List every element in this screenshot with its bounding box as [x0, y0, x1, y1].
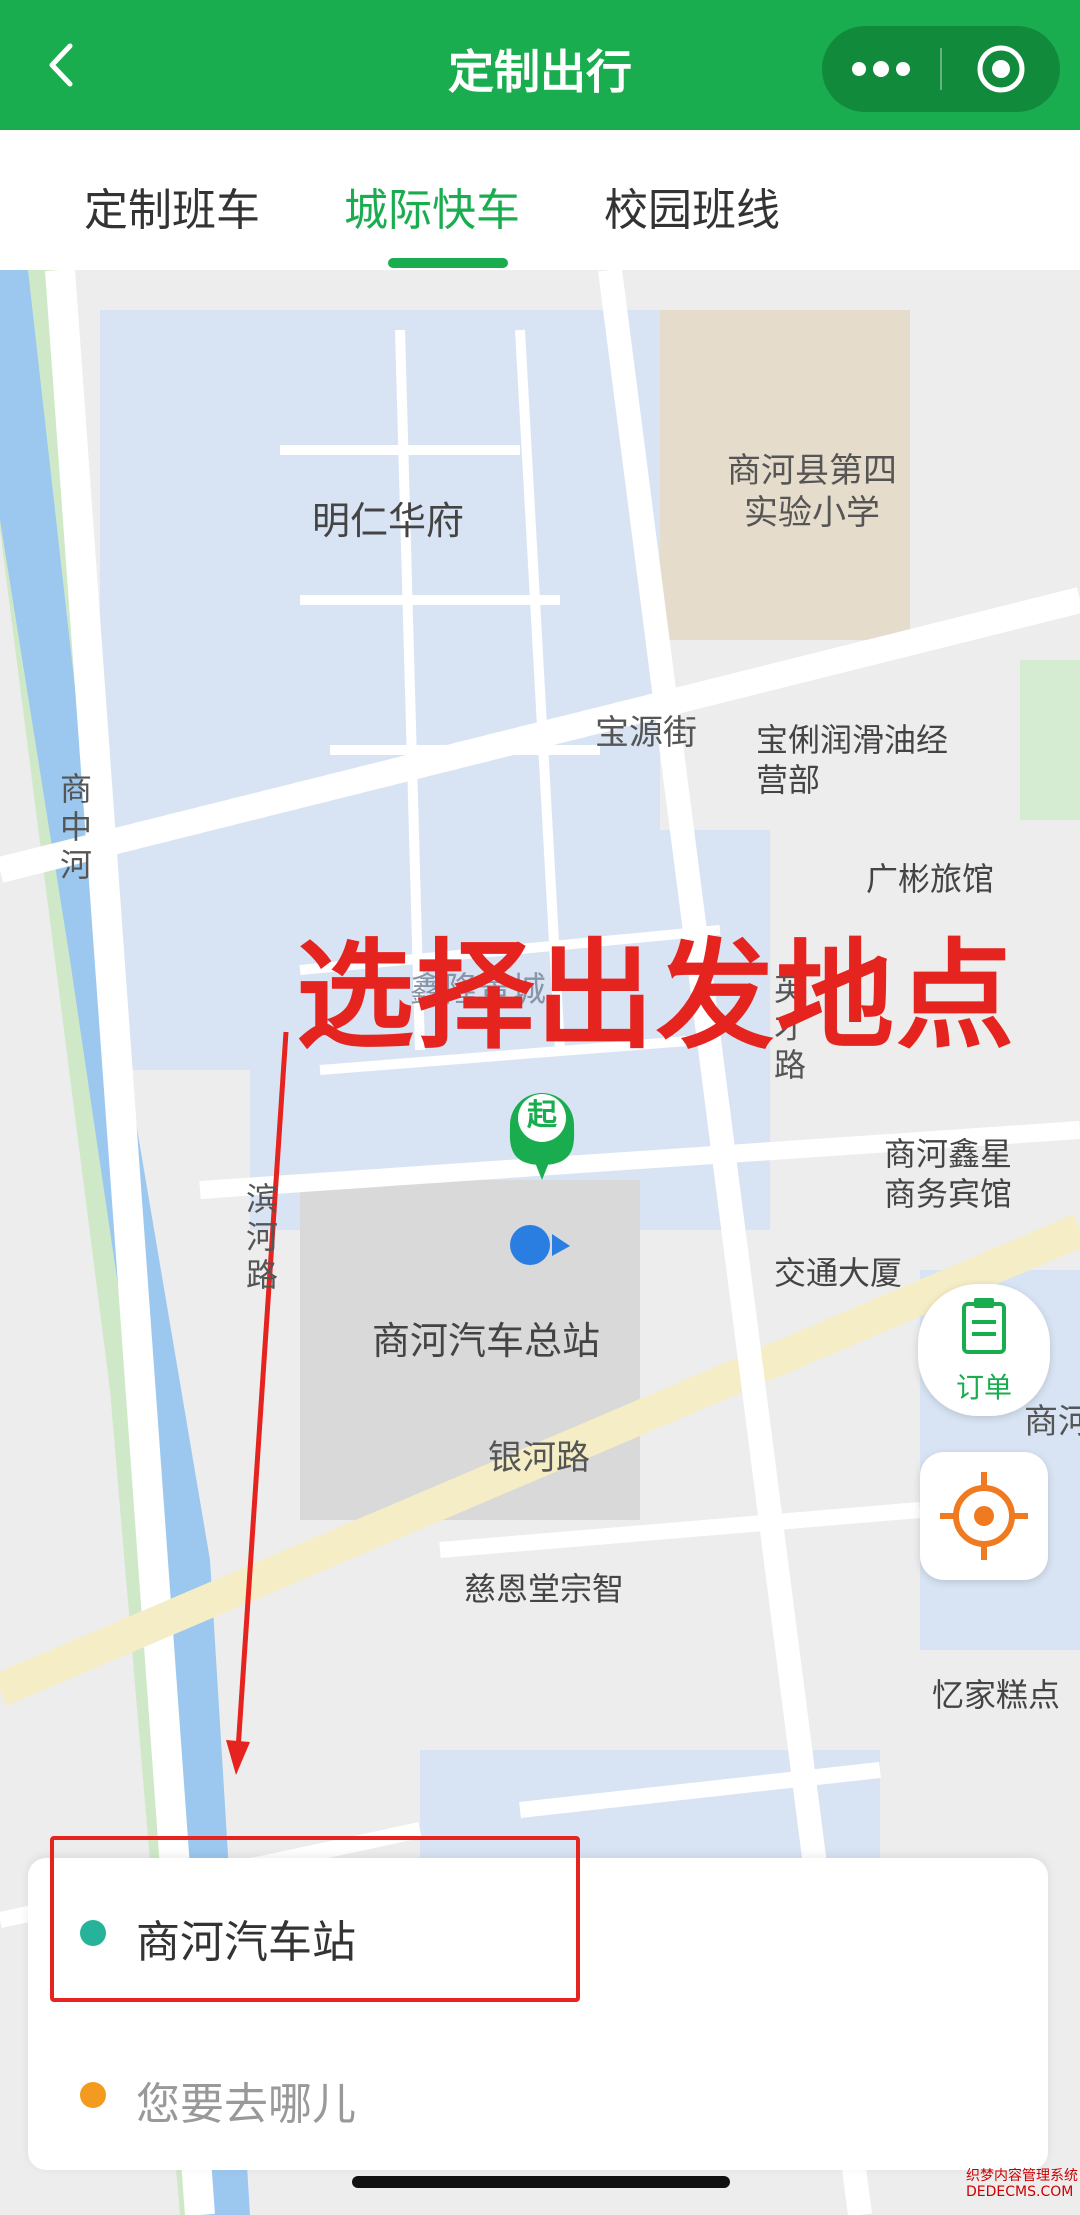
map-label-station: 商河汽车总站 [372, 1319, 601, 1363]
map-label-binhe: 滨河路 [245, 1180, 278, 1294]
map-label-xinxing: 商河鑫星商务宾馆 [884, 1135, 1013, 1213]
more-button[interactable] [822, 26, 940, 112]
green-area-east [1020, 660, 1080, 820]
app-header: 定制出行 [0, 0, 1080, 130]
crosshair-icon [940, 1472, 1028, 1560]
map-label-baoyuan: 宝源街 [595, 713, 697, 753]
tab-intercity-express[interactable]: 城际快车 [344, 174, 520, 238]
more-dots-icon [852, 61, 910, 77]
destination-placeholder: 您要去哪儿 [136, 2079, 356, 2130]
watermark: 织梦内容管理系统 DEDECMS.COM [966, 2168, 1078, 2200]
map-label-mingren: 明仁华府 [312, 499, 465, 543]
annotation-text: 选择出发地点 [296, 927, 1017, 1065]
map-label-shangzhonghe: 商中河 [59, 770, 92, 884]
tab-custom-bus[interactable]: 定制班车 [84, 174, 260, 238]
destination-row[interactable]: 您要去哪儿 [28, 2020, 1048, 2170]
tab-campus-line[interactable]: 校园班线 [604, 174, 780, 238]
home-indicator[interactable] [352, 2176, 730, 2188]
map-label-baoli: 宝俐润滑油经营部 [756, 721, 949, 799]
clipboard-icon [962, 1298, 1006, 1354]
map-label-school: 商河县第四实验小学 [727, 451, 897, 533]
destination-dot-icon [80, 2082, 106, 2108]
map-label-guangbin: 广彬旅馆 [866, 860, 995, 898]
order-label: 订单 [955, 1371, 1012, 1404]
order-button[interactable]: 订单 [918, 1284, 1050, 1416]
active-tab-indicator [388, 258, 508, 268]
map-label-yijia: 忆家糕点 [932, 1676, 1061, 1714]
start-marker-label: 起 [527, 1098, 557, 1133]
target-circle-icon [977, 45, 1025, 93]
map-label-yinhe: 银河路 [488, 1438, 590, 1478]
close-button[interactable] [942, 26, 1060, 112]
annotation-highlight-box [50, 1836, 580, 2002]
locate-button[interactable] [920, 1452, 1048, 1580]
mini-program-capsule [822, 26, 1060, 112]
tab-bar: 定制班车 城际快车 校园班线 [0, 130, 1080, 270]
map-label-jiaotong: 交通大厦 [774, 1254, 903, 1292]
map-label-cien: 慈恩堂宗智 [464, 1570, 625, 1608]
